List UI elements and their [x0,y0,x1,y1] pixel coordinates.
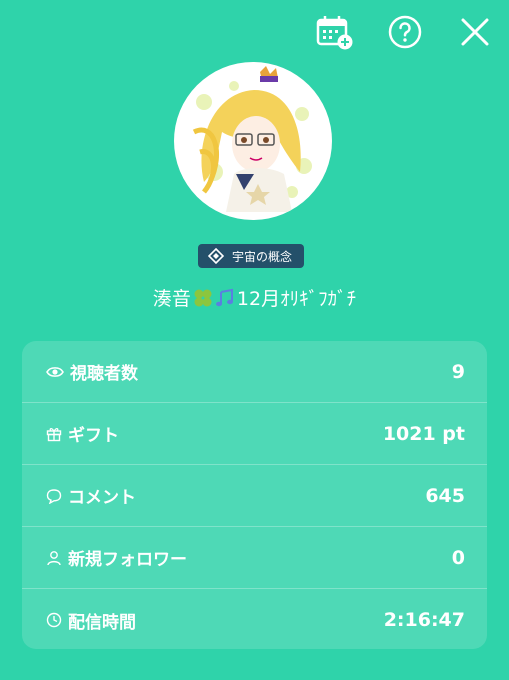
music-notes-icon [215,288,235,308]
help-icon [388,15,422,49]
stat-value: 1021 pt [382,422,465,445]
stat-label: ギフト [68,426,119,446]
stat-label: 新規フォロワー [68,550,187,570]
help-button[interactable] [385,12,425,52]
stat-value: 2:16:47 [383,609,465,631]
comment-icon [46,488,62,504]
stat-value: 0 [451,546,465,569]
eye-icon [46,366,64,377]
stats-card: 視聴者数 9 ギフト 1021 pt コメント 645 新規フォロワー 0 配信… [22,341,487,649]
clover-icon [193,288,213,308]
user-name: 湊音 12月ｵﾘｷﾞﾌｶﾞﾁ [0,284,509,311]
diamond-icon [208,248,224,264]
person-icon [47,550,61,565]
stat-value: 645 [425,484,465,507]
stat-row-gift: ギフト 1021 pt [22,403,487,465]
avatar-illustration [192,66,312,212]
gift-icon [46,427,62,441]
close-button[interactable] [455,12,495,52]
clock-icon [46,612,62,628]
calendar-add-button[interactable] [315,12,355,52]
close-icon [461,18,489,46]
calendar-add-icon [316,16,353,50]
user-name-prefix: 湊音 [152,288,191,310]
community-name: 宇宙の概念 [232,249,293,264]
stat-row-viewers: 視聴者数 9 [22,341,487,403]
stat-row-comments: コメント 645 [22,465,487,527]
stat-row-duration: 配信時間 2:16:47 [22,589,487,649]
stat-label: 配信時間 [68,612,136,633]
stat-label: 視聴者数 [70,364,138,384]
top-bar [315,12,495,52]
stat-value: 9 [451,360,465,383]
stat-row-followers: 新規フォロワー 0 [22,527,487,589]
community-badge[interactable]: 宇宙の概念 [198,244,305,268]
stat-label: コメント [68,488,136,508]
avatar[interactable] [174,62,332,220]
user-name-suffix: 12月ｵﾘｷﾞﾌｶﾞﾁ [236,288,357,310]
